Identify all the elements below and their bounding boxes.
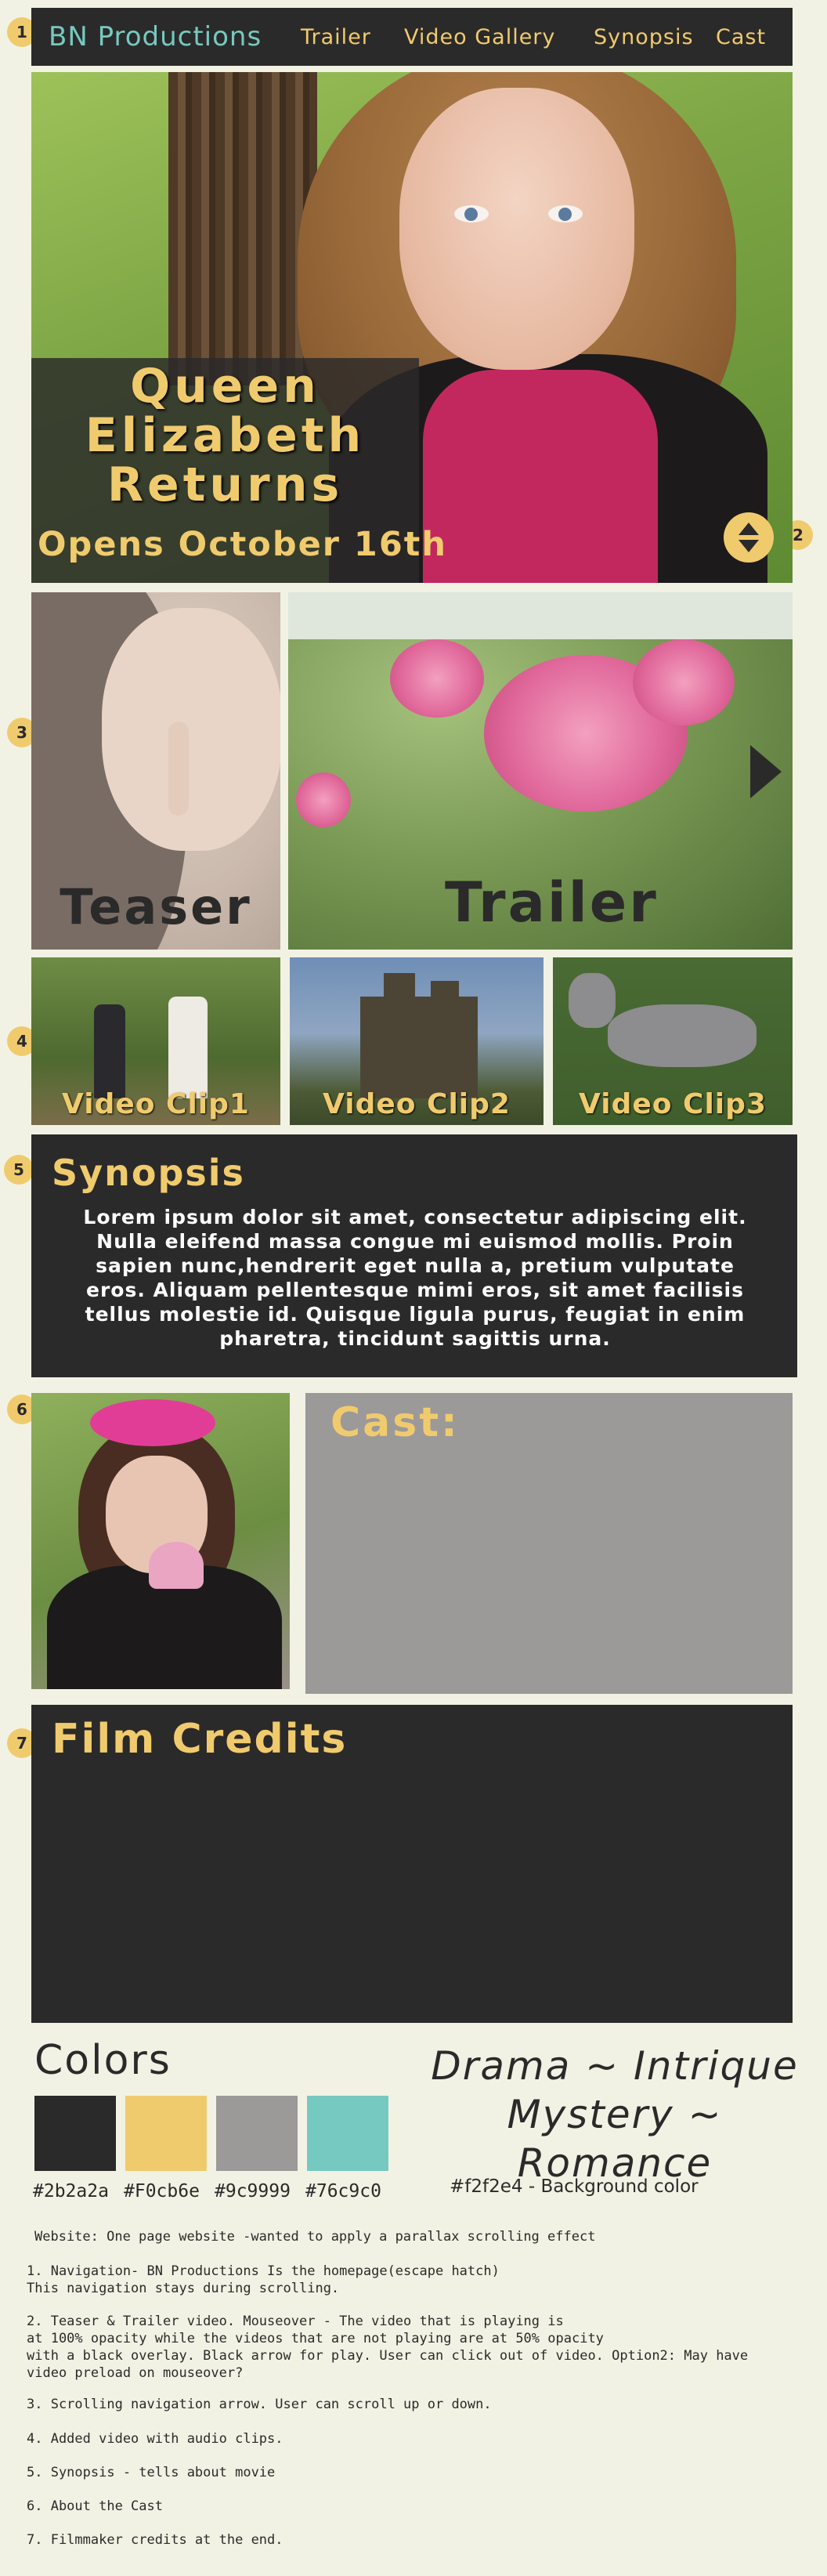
cast-heading: Cast: [330, 1399, 460, 1446]
scroll-down-arrow-icon[interactable] [739, 540, 759, 552]
genre-tagline-line-2: Mystery ~ Romance [507, 2092, 723, 2186]
video-clip-tile-3[interactable]: Video Clip3 [553, 957, 793, 1125]
design-note-5: 5. Synopsis - tells about movie [27, 2465, 276, 2480]
annotation-marker-5: 5 [4, 1155, 34, 1185]
clip1-bride-figure [168, 997, 208, 1098]
trailer-sky [288, 592, 793, 639]
film-credits-heading: Film Credits [52, 1716, 348, 1763]
background-color-note: #f2f2e4 - Background color [450, 2176, 699, 2197]
trailer-flower [390, 639, 484, 718]
genre-tagline-line-1: Drama ~ Intrique [431, 2043, 799, 2089]
hero-eye-right [548, 205, 583, 223]
scroll-up-arrow-icon[interactable] [739, 523, 759, 535]
brand-home-link[interactable]: BN Productions [49, 21, 262, 52]
hero-release-date: Opens October 16th [38, 525, 447, 564]
nav-link-video-gallery[interactable]: Video Gallery [404, 25, 555, 49]
website-note: Website: One page website -wanted to app… [34, 2229, 596, 2245]
color-swatch-teal [307, 2096, 388, 2171]
clip3-horse-head [569, 973, 616, 1028]
trailer-label: Trailer [445, 870, 659, 935]
clip3-horse-body [608, 1004, 757, 1067]
cast-cupcake [149, 1542, 204, 1589]
clip2-castle-tower [384, 973, 415, 1012]
video-clip-label-2: Video Clip2 [323, 1088, 511, 1120]
video-clip-tile-2[interactable]: Video Clip2 [290, 957, 544, 1125]
video-clip-label-1: Video Clip1 [62, 1088, 250, 1120]
trailer-flower [633, 639, 735, 725]
hero-movie-title: Queen Elizabeth Returns [85, 359, 366, 512]
nav-link-trailer[interactable]: Trailer [301, 25, 371, 49]
design-note-6: 6. About the Cast [27, 2498, 163, 2514]
hero-girl-shirt [423, 370, 658, 583]
genre-tagline: Drama ~ Intrique Mystery ~ Romance [423, 2042, 807, 2187]
cast-section: Cast: [305, 1393, 793, 1694]
color-swatch-label-gold: #F0cb6e [124, 2181, 200, 2202]
color-swatch-gold [125, 2096, 207, 2171]
trailer-video-tile[interactable]: Trailer [288, 592, 793, 950]
cast-photo [31, 1393, 290, 1689]
play-arrow-icon[interactable] [750, 745, 782, 798]
cast-girl-tiara [90, 1399, 215, 1446]
trailer-flower [296, 772, 351, 827]
design-note-3: 3. Scrolling navigation arrow. User can … [27, 2397, 492, 2412]
teaser-label: Teaser [60, 878, 252, 935]
nav-link-cast[interactable]: Cast [716, 25, 766, 49]
hero-girl-face [399, 88, 634, 370]
synopsis-text: Lorem ipsum dolor sit amet, consectetur … [83, 1206, 747, 1350]
film-credits-section: Film Credits [31, 1705, 793, 2023]
top-navigation-bar: BN Productions Trailer Video Gallery Syn… [31, 8, 793, 66]
color-swatch-label-teal: #76c9c0 [305, 2181, 381, 2202]
teaser-video-tile[interactable]: Teaser [31, 592, 280, 950]
color-swatch-dark [34, 2096, 116, 2171]
clip2-castle [360, 997, 478, 1098]
scroll-navigation-button[interactable] [724, 512, 774, 563]
clip1-groom-figure [94, 1004, 125, 1098]
design-note-2: 2. Teaser & Trailer video. Mouseover - T… [27, 2314, 749, 2381]
hero-banner: Queen Elizabeth Returns Opens October 16… [31, 72, 793, 583]
color-swatch-gray [216, 2096, 298, 2171]
video-clip-tile-1[interactable]: Video Clip1 [31, 957, 280, 1125]
design-note-1: 1. Navigation- BN Productions Is the hom… [27, 2263, 500, 2296]
hero-tree-trunk [168, 72, 317, 385]
synopsis-section: Synopsis Lorem ipsum dolor sit amet, con… [31, 1134, 797, 1377]
synopsis-heading: Synopsis [52, 1152, 245, 1194]
color-swatch-label-dark: #2b2a2a [33, 2181, 109, 2202]
design-note-7: 7. Filmmaker credits at the end. [27, 2532, 283, 2548]
colors-heading: Colors [34, 2037, 172, 2084]
color-swatch-label-gray: #9c9999 [215, 2181, 291, 2202]
hero-eye-left [454, 205, 489, 223]
video-clip-label-3: Video Clip3 [579, 1088, 767, 1120]
clip2-castle-tower [431, 981, 459, 1012]
design-note-4: 4. Added video with audio clips. [27, 2431, 283, 2447]
nav-link-synopsis[interactable]: Synopsis [594, 25, 694, 49]
